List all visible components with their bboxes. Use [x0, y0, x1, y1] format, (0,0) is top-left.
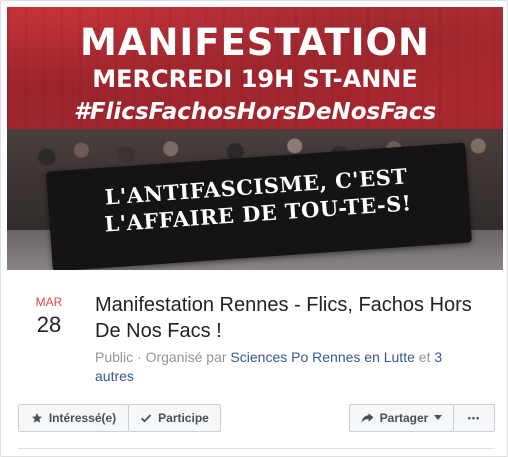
event-card: MANIFESTATION MERCREDI 19H ST-ANNE #Flic…: [0, 0, 508, 457]
cover-title-main: MANIFESTATION: [80, 21, 430, 64]
check-icon: [141, 414, 152, 423]
meta-separator: ·: [133, 349, 146, 365]
participate-button[interactable]: Participe: [128, 404, 221, 432]
participate-label: Participe: [158, 411, 209, 425]
more-options-button[interactable]: •••: [453, 404, 495, 432]
card-divider: [18, 448, 495, 449]
event-title[interactable]: Manifestation Rennes - Flics, Fachos Hor…: [95, 292, 485, 344]
interested-label: Intéressé(e): [48, 411, 117, 425]
event-visibility: Public: [95, 349, 134, 365]
event-date: MAR 28: [31, 295, 67, 338]
share-arrow-icon: [361, 413, 374, 423]
event-date-day: 28: [36, 312, 62, 337]
share-button[interactable]: Partager: [349, 404, 454, 432]
organized-by-label: Organisé par: [145, 349, 231, 365]
cover-hashtag: #FlicsFachosHorsDeNosFacs: [73, 99, 437, 125]
share-label: Partager: [379, 411, 429, 425]
caret-down-icon: [434, 415, 443, 420]
cover-photo[interactable]: MANIFESTATION MERCREDI 19H ST-ANNE #Flic…: [7, 7, 503, 270]
interested-button[interactable]: Intéressé(e): [18, 404, 129, 432]
meta-and: et: [414, 349, 435, 365]
cover-title-time: MERCREDI 19H ST-ANNE: [92, 65, 418, 93]
event-meta: Public · Organisé par Sciences Po Rennes…: [95, 348, 475, 386]
organizer-link[interactable]: Sciences Po Rennes en Lutte: [230, 349, 414, 365]
event-date-month: MAR: [35, 295, 63, 309]
more-dots-icon: •••: [467, 413, 481, 423]
star-icon: [31, 413, 42, 423]
